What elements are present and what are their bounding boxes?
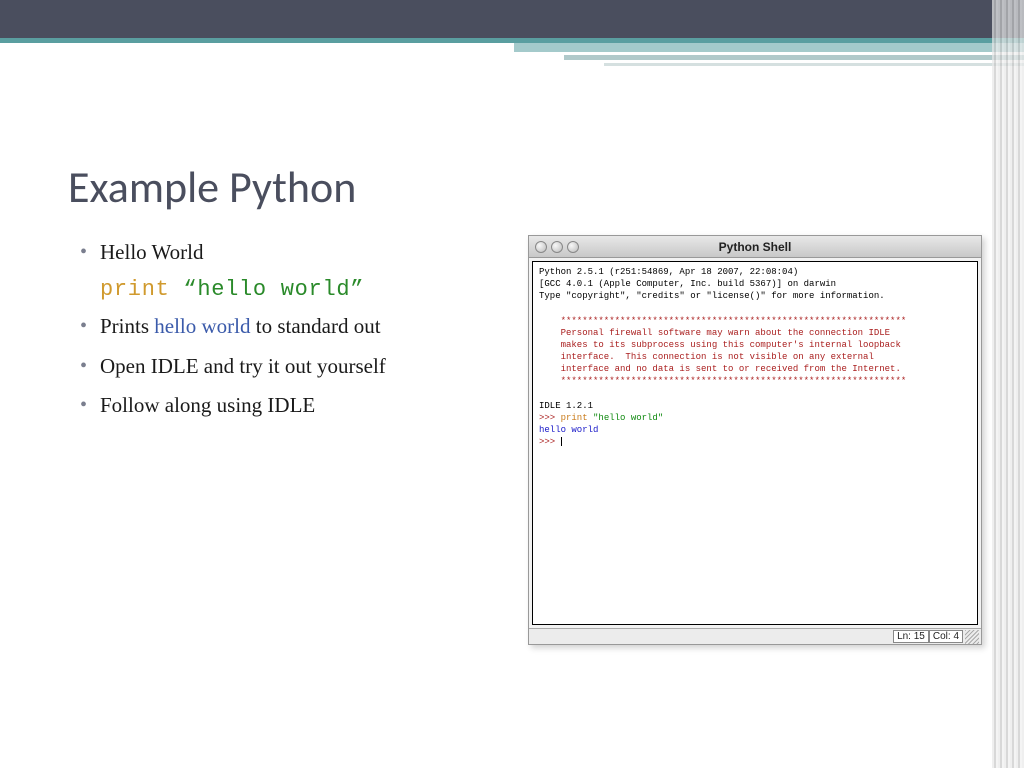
bullet-item: Hello World [68, 238, 488, 267]
window-titlebar[interactable]: Python Shell [529, 236, 981, 258]
bullet-item: Prints hello world to standard out [68, 312, 488, 341]
resize-grip-icon[interactable] [965, 630, 979, 644]
bullet-item: Open IDLE and try it out yourself [68, 352, 488, 381]
slide-header-bar [0, 0, 1024, 38]
bullet-item: Follow along using IDLE [68, 391, 488, 420]
shell-cmd-string: "hello world" [593, 413, 663, 423]
shell-line: Type "copyright", "credits" or "license(… [539, 291, 885, 301]
status-col: Col: 4 [929, 630, 963, 643]
shell-line: Python 2.5.1 (r251:54869, Apr 18 2007, 2… [539, 267, 798, 277]
window-controls [529, 241, 579, 253]
minimize-icon[interactable] [551, 241, 563, 253]
slide-accent-sublines [514, 43, 1024, 71]
bullet-text: Prints [100, 314, 154, 338]
slide-title: Example Python [68, 160, 356, 214]
bullet-highlight: hello world [154, 314, 250, 338]
window-title: Python Shell [529, 240, 981, 254]
code-example: print “hello world” [68, 277, 488, 302]
shell-line: makes to its subprocess using this compu… [539, 340, 901, 350]
shell-line: interface. This connection is not visibl… [539, 352, 874, 362]
zoom-icon[interactable] [567, 241, 579, 253]
shell-line: [GCC 4.0.1 (Apple Computer, Inc. build 5… [539, 279, 836, 289]
status-line: Ln: 15 [893, 630, 929, 643]
shell-prompt: >>> [539, 413, 561, 423]
shell-line: ****************************************… [539, 376, 906, 386]
python-shell-window: Python Shell Python 2.5.1 (r251:54869, A… [528, 235, 982, 645]
shell-line: Personal firewall software may warn abou… [539, 328, 890, 338]
shell-line: interface and no data is sent to or rece… [539, 364, 901, 374]
close-icon[interactable] [535, 241, 547, 253]
shell-line: ****************************************… [539, 316, 906, 326]
bullet-text: to standard out [251, 314, 381, 338]
slide-body: Hello World print “hello world” Prints h… [68, 238, 488, 431]
shell-line: IDLE 1.2.1 [539, 401, 593, 411]
shell-output-area[interactable]: Python 2.5.1 (r251:54869, Apr 18 2007, 2… [532, 261, 978, 625]
slide-right-edge-deco [992, 0, 1024, 768]
text-cursor-icon [561, 437, 562, 446]
code-string: “hello world” [183, 277, 364, 302]
shell-statusbar: Ln: 15Col: 4 [529, 628, 981, 644]
shell-cmd-keyword: print [561, 413, 593, 423]
bullet-list: Hello World [68, 238, 488, 267]
bullet-list: Prints hello world to standard out Open … [68, 312, 488, 420]
code-keyword: print [100, 277, 170, 302]
shell-prompt: >>> [539, 437, 561, 447]
shell-output: hello world [539, 425, 598, 435]
